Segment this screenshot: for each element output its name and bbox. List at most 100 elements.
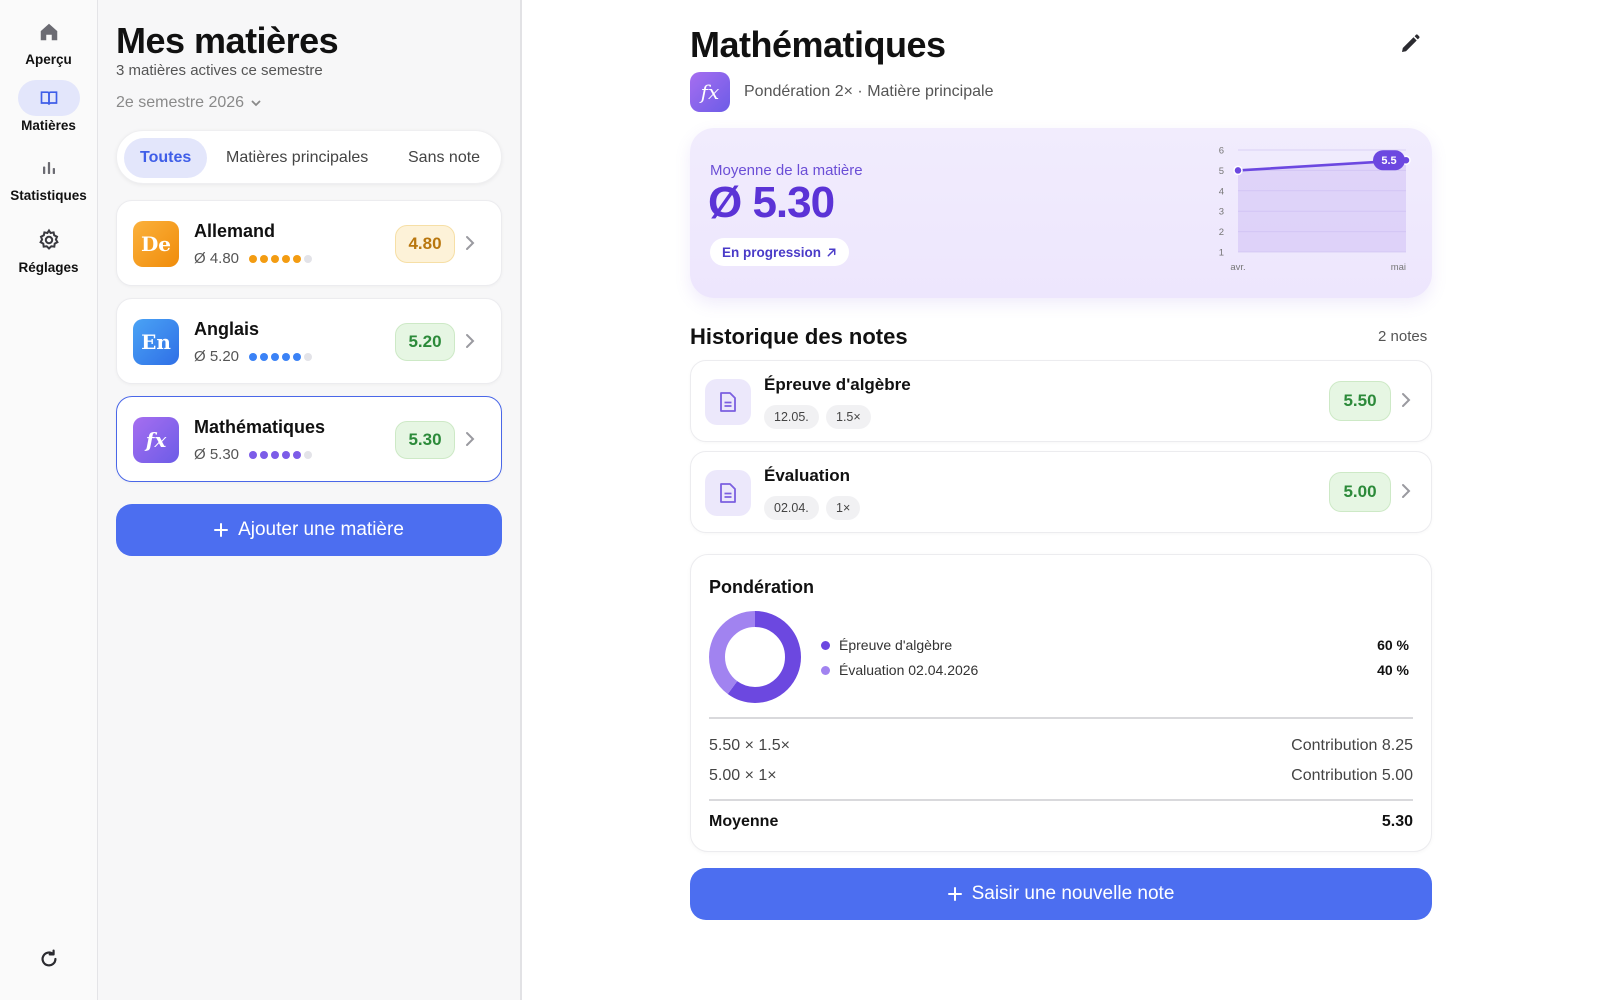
nav-item-statistiques[interactable]: Statistiques (0, 150, 97, 203)
contribution-expression: 5.00 × 1× (709, 767, 777, 784)
document-icon (705, 470, 751, 516)
subject-card-mathematiques[interactable]: fx Mathématiques Ø 5.30 5.30 (116, 396, 502, 482)
rating-dots (249, 352, 313, 361)
pencil-icon[interactable] (1398, 32, 1424, 58)
contribution-value: Contribution 5.00 (1291, 767, 1413, 784)
subject-logo: fx (690, 72, 730, 112)
detail-title: Mathématiques (690, 24, 946, 65)
weighting-legend-row: Épreuve d'algèbre 60 % (821, 637, 1409, 653)
contribution-row: 5.00 × 1× Contribution 5.00 (709, 767, 1413, 785)
average-value: Ø 5.30 (708, 178, 835, 227)
gear-icon (18, 222, 80, 258)
y-tick-label: 4 (1219, 186, 1224, 197)
subject-card-allemand[interactable]: De Allemand Ø 4.80 4.80 (116, 200, 502, 286)
nav-item-apercu[interactable]: Aperçu (0, 14, 97, 67)
average-sparkline: 1 2 3 4 5 6 5.5 avr. mai (1219, 146, 1411, 273)
nav-label: Statistiques (10, 188, 87, 203)
subject-name: Mathématiques (194, 417, 326, 437)
grade-name: Épreuve d'algèbre (764, 375, 911, 394)
trend-label: En progression (722, 244, 822, 260)
grade-date-chip: 02.04. (764, 496, 819, 520)
home-icon (18, 14, 80, 50)
subject-average: Ø 5.30 (194, 446, 313, 463)
chevron-right-icon (1402, 393, 1411, 407)
legend-percent: 60 % (1377, 637, 1409, 653)
series-area (1238, 160, 1406, 252)
chevron-right-icon (466, 334, 475, 348)
rating-dot (260, 254, 269, 263)
filter-tab-principales[interactable]: Matières principales (210, 138, 384, 178)
rating-dot (293, 254, 302, 263)
rating-dot (249, 352, 258, 361)
contribution-row: 5.50 × 1.5× Contribution 8.25 (709, 737, 1413, 755)
divider (709, 717, 1413, 719)
subjects-panel: Mes matières 3 matières actives ce semes… (98, 0, 522, 1000)
subject-average-value: Ø 5.30 (194, 446, 240, 463)
score-badge: 5.30 (395, 421, 455, 459)
legend-label: Épreuve d'algèbre (839, 637, 953, 653)
rating-dot (293, 450, 302, 459)
chevron-down-icon (251, 100, 261, 107)
total-value: 5.30 (1381, 813, 1413, 830)
subject-average: Ø 5.20 (194, 348, 313, 365)
contribution-value: Contribution 8.25 (1291, 737, 1413, 754)
average-card: Moyenne de la matière Ø 5.30 En progress… (690, 128, 1432, 298)
page-title: Mes matières (116, 20, 339, 61)
rating-dot (282, 450, 291, 459)
add-grade-button[interactable]: Saisir une nouvelle note (690, 868, 1432, 920)
arrow-up-right-icon (827, 248, 836, 256)
y-tick-label: 3 (1219, 207, 1224, 218)
rating-dot (304, 450, 313, 459)
book-icon (17, 80, 80, 116)
subject-logo: fx (133, 417, 179, 463)
y-tick-label: 2 (1219, 227, 1224, 238)
semester-label: 2e semestre 2026 (116, 94, 245, 111)
x-tick-label: avr. (1230, 262, 1245, 273)
rating-dot (282, 352, 291, 361)
rating-dots (249, 450, 313, 459)
rating-dot (260, 450, 269, 459)
bar-chart-icon (18, 150, 80, 186)
nav-item-matieres[interactable]: Matières (0, 80, 97, 133)
trend-badge: En progression (710, 238, 850, 266)
refresh-icon[interactable] (36, 946, 62, 972)
subject-name: Allemand (194, 221, 276, 241)
rating-dot (304, 254, 313, 263)
data-label: 5.5 (1381, 155, 1396, 167)
subject-name: Anglais (194, 319, 260, 339)
grade-score-badge: 5.50 (1329, 381, 1391, 421)
subject-card-anglais[interactable]: En Anglais Ø 5.20 5.20 (116, 298, 502, 384)
y-tick-label: 1 (1219, 248, 1224, 259)
nav-label: Aperçu (25, 52, 72, 67)
filter-tab-sans-note[interactable]: Sans note (392, 138, 496, 178)
total-label: Moyenne (709, 813, 779, 830)
add-subject-button[interactable]: Ajouter une matière (116, 504, 502, 556)
grade-row[interactable]: Épreuve d'algèbre 12.05. 1.5× 5.50 (690, 360, 1432, 442)
add-subject-label: Ajouter une matière (238, 519, 404, 540)
semester-selector[interactable]: 2e semestre 2026 (116, 94, 262, 112)
subject-average-value: Ø 5.20 (194, 348, 240, 365)
grade-date-chip: 12.05. (764, 405, 819, 429)
subject-logo: De (133, 221, 179, 267)
x-tick-label: mai (1391, 262, 1406, 273)
rating-dots (249, 254, 313, 263)
rating-dot (249, 450, 258, 459)
legend-percent: 40 % (1377, 662, 1409, 678)
filter-segmented-control: Toutes Matières principales Sans note (116, 130, 502, 184)
grade-row[interactable]: Évaluation 02.04. 1× 5.00 (690, 451, 1432, 533)
subject-meta: Pondération 2× · Matière principale (744, 83, 994, 100)
rating-dot (249, 254, 258, 263)
legend-dot (821, 640, 830, 650)
nav-label: Matières (21, 118, 76, 133)
data-point (1233, 165, 1243, 176)
chevron-right-icon (466, 432, 475, 446)
add-grade-label: Saisir une nouvelle note (971, 883, 1175, 904)
rating-dot (271, 450, 280, 459)
chevron-right-icon (1402, 484, 1411, 498)
rating-dot (293, 352, 302, 361)
score-badge: 5.20 (395, 323, 455, 361)
legend-label: Évaluation 02.04.2026 (839, 662, 979, 678)
divider (709, 799, 1413, 801)
filter-tab-toutes[interactable]: Toutes (124, 138, 208, 178)
nav-item-reglages[interactable]: Réglages (0, 222, 97, 275)
